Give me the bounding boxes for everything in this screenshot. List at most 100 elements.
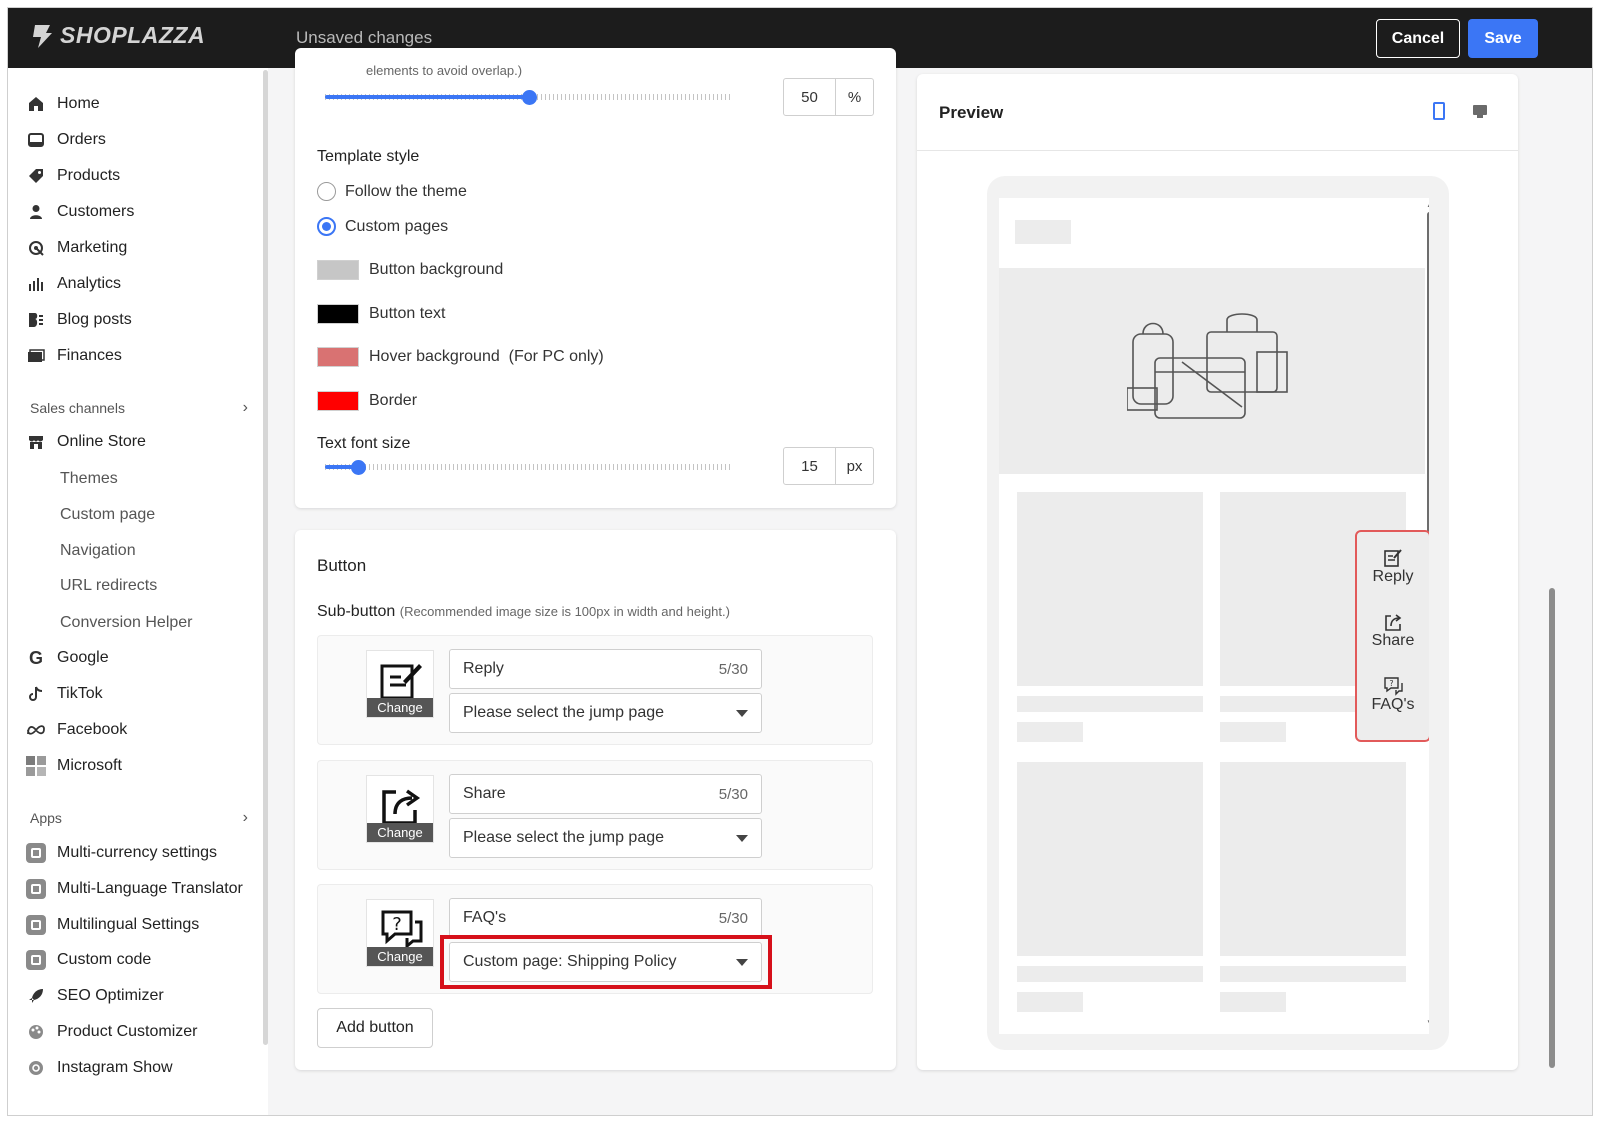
sidebar-item-label: Home [57, 95, 100, 112]
sidebar-item-facebook[interactable]: Facebook [26, 717, 127, 743]
position-value[interactable]: 50 [784, 79, 836, 115]
char-count: 5/30 [718, 785, 748, 803]
highlight-annotation [440, 935, 772, 989]
brand-logo: SHOPLAZZA [30, 22, 205, 49]
change-image-button[interactable]: Change [367, 947, 433, 966]
sidebar-subitem-custom-page[interactable]: Custom page [60, 502, 155, 528]
sidebar-item-products[interactable]: Products [26, 163, 120, 189]
position-slider-knob[interactable] [522, 90, 537, 105]
floating-label: FAQ's [1371, 696, 1415, 713]
share-name-input[interactable]: Share 5/30 [449, 774, 762, 814]
reply-thumbnail[interactable]: Change [366, 650, 434, 718]
font-size-slider-knob[interactable] [350, 460, 366, 475]
sidebar-item-label: Microsoft [57, 757, 122, 774]
sub-button-label: Sub-button [317, 603, 396, 620]
sidebar-item-orders[interactable]: Orders [26, 127, 106, 153]
sub-button-name: Reply [463, 660, 504, 677]
sidebar-item-label: Product Customizer [57, 1023, 198, 1040]
sidebar-item-blog-posts[interactable]: Blog posts [26, 307, 132, 333]
finance-icon [26, 346, 46, 366]
preview-panel: Preview Reply Share ? FAQ's [917, 74, 1518, 1070]
font-size-value[interactable]: 15 [784, 448, 836, 484]
preview-scrollbar[interactable] [1427, 212, 1429, 564]
phone-frame: ▲ ▼ Reply Share ? FAQ's [987, 176, 1449, 1050]
sidebar-item-tiktok[interactable]: TikTok [26, 681, 103, 707]
price-placeholder [1017, 722, 1083, 742]
sidebar-item-online-store[interactable]: Online Store [26, 429, 146, 455]
faq-name-input[interactable]: FAQ's 5/30 [449, 898, 762, 938]
sidebar-item-finances[interactable]: Finances [26, 343, 122, 369]
sidebar-item-label: SEO Optimizer [57, 987, 164, 1004]
sidebar-item-label: Multilingual Settings [57, 916, 200, 933]
radio-custom-pages[interactable] [317, 217, 336, 236]
sidebar-subitem-conversion-helper[interactable]: Conversion Helper [60, 610, 193, 636]
border-swatch[interactable] [317, 391, 359, 411]
sidebar-item-label: TikTok [57, 685, 103, 702]
sidebar-item-home[interactable]: Home [26, 91, 100, 117]
page-scrollbar[interactable] [1549, 588, 1555, 1068]
sidebar-app-multi-language-translator[interactable]: Multi-Language Translator [26, 876, 243, 902]
share-icon [1385, 614, 1402, 631]
sidebar-app-instagram-show[interactable]: Instagram Show [26, 1055, 173, 1081]
bags-illustration-icon [1127, 313, 1288, 419]
sidebar-app-product-customizer[interactable]: Product Customizer [26, 1019, 198, 1045]
text-line-placeholder [1017, 696, 1203, 712]
change-image-button[interactable]: Change [367, 698, 433, 717]
reply-jump-page-select[interactable]: Please select the jump page [449, 693, 762, 733]
faq-thumbnail[interactable]: ? Change [366, 899, 434, 967]
sidebar-app-multi-currency[interactable]: Multi-currency settings [26, 840, 217, 866]
sidebar-app-multilingual-settings[interactable]: Multilingual Settings [26, 912, 199, 938]
share-thumbnail[interactable]: Change [366, 775, 434, 843]
mobile-view-icon[interactable] [1433, 102, 1445, 120]
change-image-button[interactable]: Change [367, 823, 433, 842]
price-placeholder [1017, 992, 1083, 1012]
desktop-view-icon-stand [1477, 115, 1483, 118]
button-background-swatch[interactable] [317, 260, 359, 280]
preview-title: Preview [939, 103, 1004, 122]
sidebar-subitem-navigation[interactable]: Navigation [60, 538, 136, 564]
reply-name-input[interactable]: Reply 5/30 [449, 649, 762, 689]
char-count: 5/30 [718, 660, 748, 678]
add-button[interactable]: Add button [317, 1008, 433, 1048]
position-input[interactable]: 50 % [783, 78, 874, 116]
banner-placeholder [999, 268, 1425, 474]
sales-channels-header[interactable]: Sales channels › [30, 399, 248, 417]
font-size-input[interactable]: 15 px [783, 447, 874, 485]
sub-button-hint: (Recommended image size is 100px in widt… [399, 604, 730, 619]
google-icon: G [28, 647, 43, 668]
jump-page-value: Please select the jump page [463, 829, 665, 846]
reply-icon [380, 664, 422, 700]
sidebar-item-customers[interactable]: Customers [26, 199, 134, 225]
scroll-up-arrow-icon[interactable]: ▲ [1426, 200, 1429, 209]
sidebar-item-marketing[interactable]: Marketing [26, 235, 127, 261]
apps-header[interactable]: Apps › [30, 809, 248, 827]
floating-share-button[interactable]: Share [1357, 612, 1429, 650]
button-background-label: Button background [369, 261, 504, 278]
shoplazza-logo-icon [33, 24, 52, 48]
sidebar-item-google[interactable]: G Google [26, 645, 109, 671]
share-jump-page-select[interactable]: Please select the jump page [449, 818, 762, 858]
custom-pages-label: Custom pages [345, 218, 449, 235]
hover-background-swatch[interactable] [317, 347, 359, 367]
sidebar-item-label: Orders [57, 131, 106, 148]
cancel-button[interactable]: Cancel [1376, 19, 1460, 58]
button-text-swatch[interactable] [317, 304, 359, 324]
sidebar-subitem-url-redirects[interactable]: URL redirects [60, 573, 157, 599]
font-size-slider-track[interactable] [325, 464, 733, 470]
sidebar-subitem-themes[interactable]: Themes [60, 466, 118, 492]
scroll-down-arrow-icon[interactable]: ▼ [1426, 1018, 1429, 1027]
code-app-icon [26, 950, 46, 970]
desktop-view-icon[interactable] [1473, 105, 1487, 115]
save-button[interactable]: Save [1468, 19, 1538, 58]
floating-faq-button[interactable]: ? FAQ's [1357, 676, 1429, 714]
radio-follow-theme[interactable] [317, 182, 336, 201]
sidebar-item-microsoft[interactable]: Microsoft [26, 753, 122, 779]
text-font-size-label: Text font size [317, 435, 411, 452]
sidebar-app-seo-optimizer[interactable]: SEO Optimizer [26, 983, 164, 1009]
sidebar-item-label: Multi-currency settings [57, 844, 218, 861]
floating-reply-button[interactable]: Reply [1357, 548, 1429, 586]
sidebar-item-analytics[interactable]: Analytics [26, 271, 121, 297]
sidebar-scrollbar[interactable] [263, 70, 268, 1045]
sidebar-app-custom-code[interactable]: Custom code [26, 947, 151, 973]
tiktok-icon [26, 684, 46, 704]
